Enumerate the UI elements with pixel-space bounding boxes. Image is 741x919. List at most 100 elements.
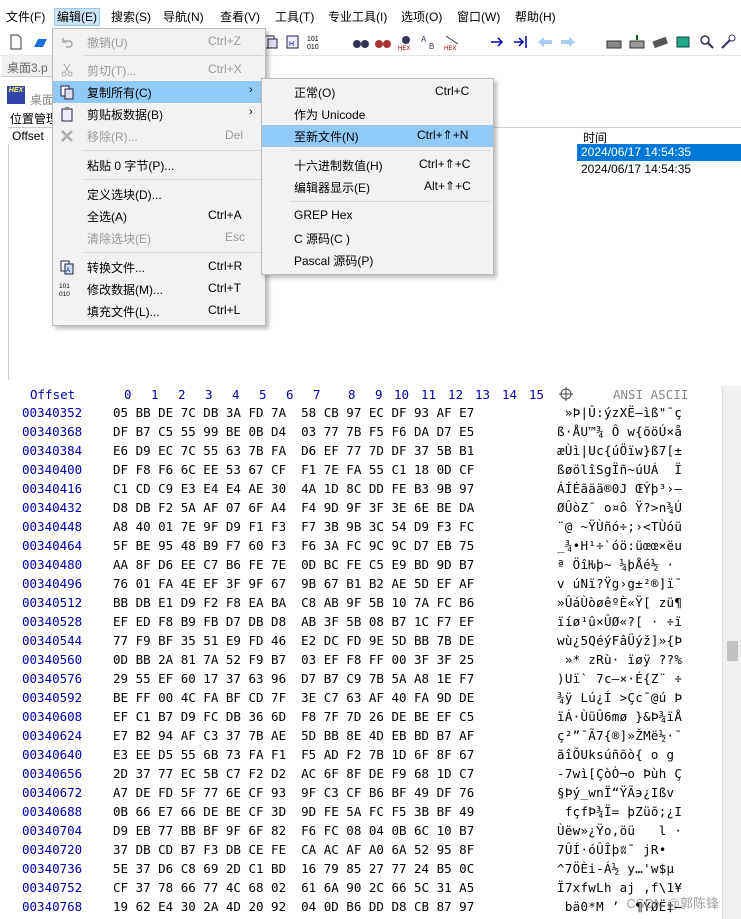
new-file-icon[interactable] <box>7 33 25 51</box>
menu-item-define-block[interactable]: 定义选块(D)... <box>53 183 265 205</box>
hex-row-ascii[interactable]: ^7ÖÈi-Á½ y…'w$µ <box>557 861 682 876</box>
hex-row-bytes[interactable]: BE FF 00 4C FA BF CD 7F 3E C7 63 AF 40 F… <box>113 690 474 705</box>
menu-search[interactable]: 搜索(S) <box>109 9 153 25</box>
goto-offset-icon[interactable] <box>489 33 507 51</box>
hex-row-bytes[interactable]: DF F8 F6 6C EE 53 67 CF F1 7E FA 55 C1 1… <box>113 462 474 477</box>
menu-item-clear-block[interactable]: 清除选块(E) Esc <box>53 227 265 249</box>
hex-row-bytes[interactable]: A7 DE FD 5F 77 6E CF 93 9F C3 CF B6 BF 4… <box>113 785 474 800</box>
magnifier-icon[interactable] <box>697 33 715 51</box>
hex-row-bytes[interactable]: EF C1 B7 D9 FC DB 36 6D F8 7F 7D 26 DE B… <box>113 709 474 724</box>
menu-item-modify-data[interactable]: 101 010 修改数据(M)... Ctrl+T <box>53 278 265 300</box>
hex-row-ascii[interactable]: ¨@ ~ŸÙñó÷;›<TÙóü <box>557 519 682 534</box>
hex-row-ascii[interactable]: wù¿5QéýFâÜýž]»{Þ <box>557 633 682 648</box>
hex-row-ascii[interactable]: )Uï` 7c–×·É{Z¨ ÷ <box>557 671 682 686</box>
submenu-item-pascal-source[interactable]: Pascal 源码(P) <box>262 249 493 271</box>
submenu-item-unicode[interactable]: 作为 Unicode <box>262 103 493 125</box>
submenu-item-grep-hex[interactable]: GREP Hex <box>262 205 493 227</box>
submenu-item-new-file[interactable]: 至新文件(N) Ctrl+⇑+N <box>262 125 493 147</box>
hex-row-ascii[interactable]: »Þ|Û:ýzXË—ìß"¯ç <box>557 405 682 420</box>
menu-navigation[interactable]: 导航(N) <box>161 9 206 25</box>
hex-row-bytes[interactable]: CF 37 78 66 77 4C 68 02 61 6A 90 2C 66 5… <box>113 880 474 895</box>
vertical-scrollbar[interactable] <box>722 386 741 919</box>
hex-row-ascii[interactable]: ãîÕUksúñõ­ò{ o g <box>557 747 674 762</box>
disk-icon[interactable] <box>605 33 623 51</box>
menu-item-undo[interactable]: 撤销(U) Ctrl+Z <box>53 31 265 53</box>
hex-row-ascii[interactable]: »ÛáÙòøêºÈ«Ÿ[ zü¶ <box>557 595 682 610</box>
binary-icon[interactable]: 101 010 <box>306 33 324 51</box>
scrollbar-thumb[interactable] <box>727 641 738 661</box>
menu-item-copy-all[interactable]: 复制所有(C) › <box>53 81 265 103</box>
disk-open-icon[interactable] <box>628 33 646 51</box>
ram-icon[interactable] <box>651 33 669 51</box>
hex-row-bytes[interactable]: 77 F9 BF 35 51 E9 FD 46 E2 DC FD 9E 5D B… <box>113 633 474 648</box>
hex-row-bytes[interactable]: BB DB E1 D9 F2 F8 EA BA C8 AB 9F 5B 10 7… <box>113 595 474 610</box>
hex-row-ascii[interactable]: ïÁ·ÙüÛ6mø }&Þ¾ïÅ <box>557 709 682 724</box>
menu-item-select-all[interactable]: 全选(A) Ctrl+A <box>53 205 265 227</box>
menu-edit[interactable]: 编辑(E) <box>54 8 100 26</box>
hex-row-ascii[interactable]: ØÛòZ¯ o¤ô Ÿ?>n¾Ú <box>557 500 682 515</box>
goto-sector-icon[interactable] <box>512 33 530 51</box>
binoculars-icon[interactable] <box>352 33 370 51</box>
tools-icon[interactable] <box>719 33 737 51</box>
hex-row-bytes[interactable]: EF ED F8 B9 FB D7 DB D8 AB 3F 5B 08 B7 1… <box>113 614 474 629</box>
menu-help[interactable]: 帮助(H) <box>513 9 558 25</box>
hex-row-bytes[interactable]: E6 D9 EC 7C 55 63 7B FA D6 EF 77 7D DF 3… <box>113 443 474 458</box>
crosshair-icon[interactable] <box>558 386 574 405</box>
menu-file[interactable]: 文件(F) <box>4 9 47 25</box>
submenu-item-normal[interactable]: 正常(O) Ctrl+C <box>262 81 493 103</box>
list-header-offset[interactable]: Offset <box>12 129 44 143</box>
hex-row-ascii[interactable]: ßøölîSgÏñ~úUÁ Ï <box>557 462 682 477</box>
hex-row-ascii[interactable]: Ùëw»¿Ÿo‚öü l · <box>557 823 682 838</box>
hex-row-ascii[interactable]: §Þý_wnÏ“ŸÃ϶¿Ißv <box>557 785 674 800</box>
menu-view[interactable]: 查看(V) <box>218 9 262 25</box>
submenu-item-hex-values[interactable]: 十六进制数值(H) Ctrl+⇑+C <box>262 154 493 176</box>
hex-row-bytes[interactable]: E7 B2 94 AF C3 37 7B AE 5D BB 8E 4D EB B… <box>113 728 474 743</box>
hex-row-bytes[interactable]: 76 01 FA 4E EF 3F 9F 67 9B 67 B1 B2 AE 5… <box>113 576 474 591</box>
menu-window[interactable]: 窗口(W) <box>455 9 502 25</box>
hex-row-ascii[interactable]: v úNï?Ÿg›g±²®]ï¯ <box>557 576 682 591</box>
replace-hex-icon[interactable]: HEX <box>443 33 461 51</box>
hex-row-bytes[interactable]: 2D 37 77 EC 5B C7 F2 D2 AC 6F 8F DE F9 6… <box>113 766 474 781</box>
submenu-item-editor-display[interactable]: 编辑器显示(E) Alt+⇑+C <box>262 176 493 198</box>
menu-item-convert[interactable]: A 转换文件... Ctrl+R <box>53 256 265 278</box>
hex-row-bytes[interactable]: 19 62 E4 30 2A 4D 20 92 04 0D B6 DD D8 C… <box>113 899 474 914</box>
hex-row-bytes[interactable]: 0B 66 E7 66 DE BE CF 3D 9D FE 5A FC F5 3… <box>113 804 474 819</box>
menu-item-remove[interactable]: 移除(R)... Del <box>53 125 265 147</box>
forward-arrow-icon[interactable] <box>559 33 577 51</box>
hex-row-bytes[interactable]: 37 DB CD B7 F3 DB CE FE CA AC AF A0 6A 5… <box>113 842 474 857</box>
hex-row-ascii[interactable]: ß·ÅU™¾ Ô w{õöÚ×å <box>557 424 682 439</box>
hex-row-bytes[interactable]: AA 8F D6 EE C7 B6 FE 7E 0D BC FE C5 E9 B… <box>113 557 474 572</box>
hex-row-ascii[interactable]: ¾ÿ Lú¿Í >Çc¯@ú Þ <box>557 690 682 705</box>
hex-row-ascii[interactable]: »* zRù· ïøÿ ??% <box>557 652 682 667</box>
hex-row-ascii[interactable]: _¾•H¹÷`óö:üœœ×ëu <box>557 538 682 553</box>
hex-row-bytes[interactable]: 05 BB DE 7C DB 3A FD 7A 58 CB 97 EC DF 9… <box>113 405 474 420</box>
hex-row-ascii[interactable]: æÙì|Uc{úÖïw}ß7[± <box>557 443 682 458</box>
hex-row-bytes[interactable]: A8 40 01 7E 9F D9 F1 F3 F7 3B 9B 3C 54 D… <box>113 519 474 534</box>
hex-row-bytes[interactable]: 29 55 EF 60 17 37 63 96 D7 B7 C9 7B 5A A… <box>113 671 474 686</box>
hex-row-ascii[interactable]: ïíø¹û×ÛØ«?[ · ÷ï <box>557 614 682 629</box>
hex-row-bytes[interactable]: D8 DB F2 5A AF 07 6F A4 F4 9D 9F 3F 3E 6… <box>113 500 474 515</box>
hex-row-ascii[interactable]: 7ÛÍ·óÛÎþʬ¯ jR• <box>557 842 674 857</box>
hex-row-bytes[interactable]: D9 EB 77 BB BF 9F 6F 82 F6 FC 08 04 0B 6… <box>113 823 474 838</box>
hex-row-bytes[interactable]: DF B7 C5 55 99 BE 0B D4 03 77 7B F5 F6 D… <box>113 424 474 439</box>
encoding-label[interactable]: ANSI ASCII <box>613 387 688 402</box>
menu-tools[interactable]: 工具(T) <box>273 9 316 25</box>
find-hex-icon[interactable]: HEX <box>397 33 415 51</box>
menu-item-paste[interactable]: 粘贴 0 字节(P)... <box>53 154 265 176</box>
menu-options[interactable]: 选项(O) <box>399 9 444 25</box>
hex-row-bytes[interactable]: C1 CD C9 E3 E4 E4 AE 30 4A 1D 8C DD FE B… <box>113 481 474 496</box>
hex-row-ascii[interactable]: ÁÍÉãää®0J ŒÝþ³›— <box>557 481 682 496</box>
hex-row-bytes[interactable]: 5F BE 95 48 B9 F7 60 F3 F6 3A FC 9C 9C D… <box>113 538 474 553</box>
replace-text-icon[interactable]: AB <box>420 33 438 51</box>
hex-row-ascii[interactable]: ª ÖîǶþ~ ¼þÅé½ · <box>557 557 674 572</box>
menu-item-fill-file[interactable]: 填充文件(L)... Ctrl+L <box>53 300 265 322</box>
open-file-icon[interactable] <box>31 33 49 51</box>
back-arrow-icon[interactable] <box>536 33 554 51</box>
submenu-item-c-source[interactable]: C 源码(C ) <box>262 227 493 249</box>
paste-block-icon[interactable]: H <box>284 33 302 51</box>
hex-row-ascii[interactable]: fçfÞ¾Ï= þZüõ;¿I <box>557 804 682 819</box>
hex-row-ascii[interactable]: -7wì[ÇòÒ¬o Þùh Ç <box>557 766 682 781</box>
menu-item-cut[interactable]: 剪切(T)... Ctrl+X <box>53 59 265 81</box>
menu-item-clipboard-data[interactable]: 剪贴板数据(B) › <box>53 103 265 125</box>
find-replace-icon[interactable] <box>374 33 392 51</box>
